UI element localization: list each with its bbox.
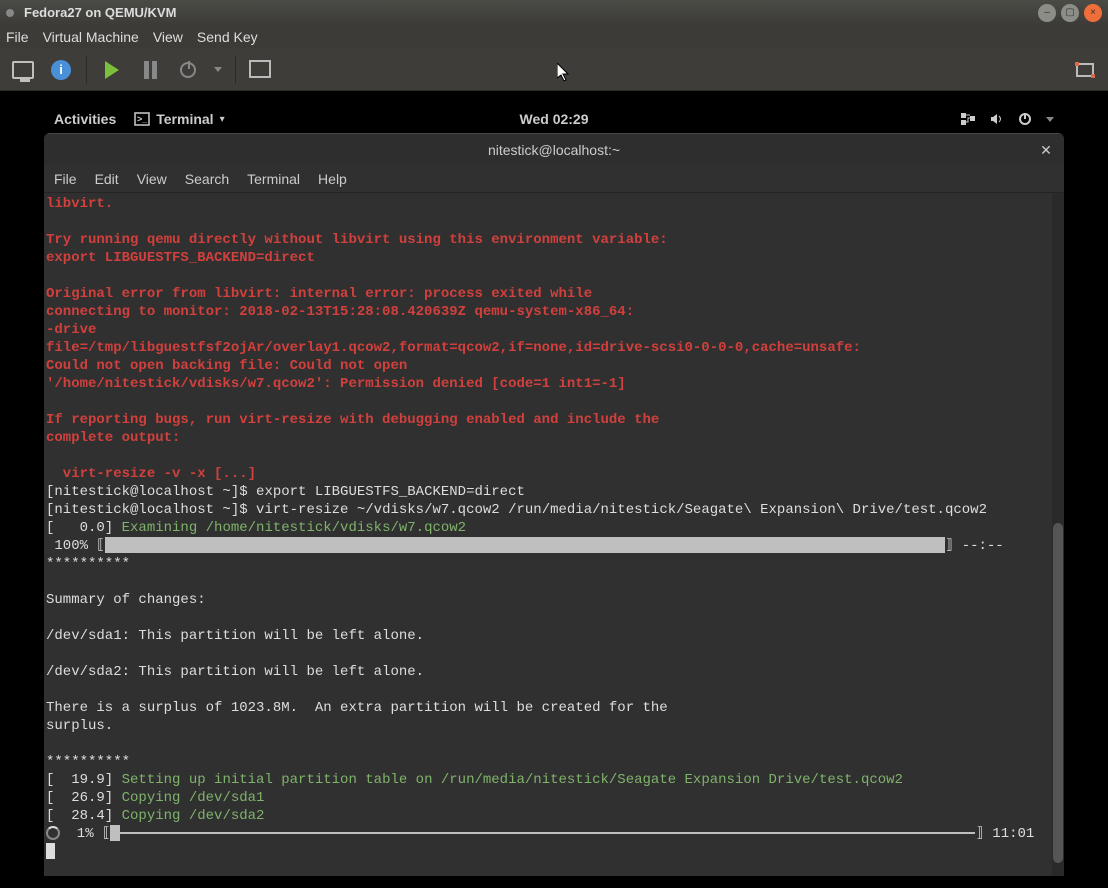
term-line: ********** (46, 754, 130, 770)
term-line: '/home/nitestick/vdisks/w7.qcow2': Permi… (46, 376, 626, 392)
term-line: Could not open backing file: Could not o… (46, 358, 407, 374)
term-time: [ 26.9] (46, 790, 122, 806)
term-line: Summary of changes: (46, 592, 206, 608)
term-msg: Setting up initial partition table on /r… (122, 772, 903, 788)
term-msg: Copying /dev/sda2 (122, 808, 265, 824)
windows-icon (252, 63, 270, 77)
power-icon (1018, 112, 1032, 126)
info-icon: i (51, 60, 71, 80)
term-line: /dev/sda2: This partition will be left a… (46, 664, 424, 680)
term-menu-edit[interactable]: Edit (95, 171, 119, 187)
term-command: virt-resize ~/vdisks/w7.qcow2 /run/media… (256, 502, 987, 518)
power-icon (180, 62, 196, 78)
volume-icon (990, 112, 1004, 126)
vm-window-title: Fedora27 on QEMU/KVM (24, 5, 176, 20)
term-prompt: [nitestick@localhost ~]$ (46, 502, 256, 518)
term-line: file=/tmp/libguestfsf2ojAr/overlay1.qcow… (46, 340, 861, 356)
console-button[interactable] (6, 54, 40, 86)
term-time: [ 19.9] (46, 772, 122, 788)
mouse-cursor-icon (557, 63, 573, 88)
progress-eta: --:-- (953, 538, 1003, 554)
progress-pct: 100% (46, 538, 96, 554)
menu-send-key[interactable]: Send Key (197, 29, 258, 45)
caret-down-icon (1046, 117, 1054, 122)
gnome-topbar: Activities >_ Terminal ▾ Wed 02:29 (44, 105, 1064, 133)
terminal-icon: >_ (134, 111, 150, 127)
system-tray[interactable] (960, 112, 1054, 126)
menu-view[interactable]: View (153, 29, 183, 45)
vm-window-titlebar: Fedora27 on QEMU/KVM – ▢ × (0, 0, 1108, 25)
progress-track (120, 832, 975, 834)
svg-text:>_: >_ (137, 114, 148, 124)
shutdown-menu-button[interactable] (209, 54, 227, 86)
vm-menubar: File Virtual Machine View Send Key (0, 25, 1108, 49)
term-line: -drive (46, 322, 96, 338)
terminal-body[interactable]: libvirt. Try running qemu directly witho… (44, 193, 1064, 876)
separator (235, 56, 236, 84)
progress-eta: 11:01 (984, 826, 1034, 842)
scrollbar-thumb[interactable] (1053, 523, 1063, 863)
term-command: export LIBGUESTFS_BACKEND=direct (256, 484, 525, 500)
term-line: export LIBGUESTFS_BACKEND=direct (46, 250, 315, 266)
monitor-icon (12, 61, 34, 79)
guest-screen: Activities >_ Terminal ▾ Wed 02:29 nites… (4, 91, 1104, 884)
close-button[interactable]: × (1084, 4, 1102, 22)
term-prompt: [nitestick@localhost ~]$ (46, 484, 256, 500)
run-button[interactable] (95, 54, 129, 86)
term-line: complete output: (46, 430, 180, 446)
activities-button[interactable]: Activities (54, 111, 116, 127)
network-icon (960, 112, 976, 126)
fullscreen-icon (1076, 63, 1094, 77)
terminal-scrollbar[interactable] (1052, 193, 1064, 876)
term-menu-terminal[interactable]: Terminal (247, 171, 300, 187)
separator (86, 56, 87, 84)
term-menu-search[interactable]: Search (185, 171, 229, 187)
terminal-close-button[interactable]: ✕ (1036, 140, 1056, 160)
fullscreen-button[interactable] (1068, 54, 1102, 86)
term-line: ********** (46, 556, 130, 572)
app-menu-label: Terminal (156, 111, 213, 127)
pause-icon (144, 61, 157, 79)
term-msg: Examining /home/nitestick/vdisks/w7.qcow… (122, 520, 466, 536)
maximize-button[interactable]: ▢ (1061, 4, 1079, 22)
menu-virtual-machine[interactable]: Virtual Machine (43, 29, 139, 45)
snapshots-button[interactable] (244, 54, 278, 86)
term-line: libvirt. (46, 196, 113, 212)
play-icon (105, 61, 119, 79)
progress-bar-partial (110, 825, 120, 841)
spinner-icon (46, 826, 60, 840)
term-line: Try running qemu directly without libvir… (46, 232, 668, 248)
terminal-window: nitestick@localhost:~ ✕ File Edit View S… (44, 133, 1064, 876)
term-menu-view[interactable]: View (137, 171, 167, 187)
term-time: [ 0.0] (46, 520, 122, 536)
term-menu-file[interactable]: File (54, 171, 77, 187)
term-time: [ 28.4] (46, 808, 122, 824)
term-msg: Copying /dev/sda1 (122, 790, 265, 806)
term-line: virt-resize -v -x [...] (46, 466, 256, 482)
details-button[interactable]: i (44, 54, 78, 86)
terminal-title: nitestick@localhost:~ (488, 142, 620, 158)
shutdown-button[interactable] (171, 54, 205, 86)
term-line: connecting to monitor: 2018-02-13T15:28:… (46, 304, 634, 320)
term-line: surplus. (46, 718, 113, 734)
pause-button[interactable] (133, 54, 167, 86)
term-menu-help[interactable]: Help (318, 171, 347, 187)
term-line: If reporting bugs, run virt-resize with … (46, 412, 659, 428)
terminal-cursor (46, 843, 55, 859)
term-line: There is a surplus of 1023.8M. An extra … (46, 700, 668, 716)
app-menu[interactable]: >_ Terminal ▾ (134, 111, 224, 127)
app-indicator-icon (6, 9, 14, 17)
clock[interactable]: Wed 02:29 (520, 111, 589, 127)
terminal-menubar: File Edit View Search Terminal Help (44, 165, 1064, 193)
terminal-titlebar[interactable]: nitestick@localhost:~ ✕ (44, 133, 1064, 165)
term-line: Original error from libvirt: internal er… (46, 286, 592, 302)
vm-toolbar: i (0, 49, 1108, 91)
caret-down-icon (214, 67, 222, 72)
term-line: /dev/sda1: This partition will be left a… (46, 628, 424, 644)
progress-pct: 1% (60, 826, 102, 842)
menu-file[interactable]: File (6, 29, 29, 45)
progress-bar-full (105, 537, 945, 553)
minimize-button[interactable]: – (1038, 4, 1056, 22)
